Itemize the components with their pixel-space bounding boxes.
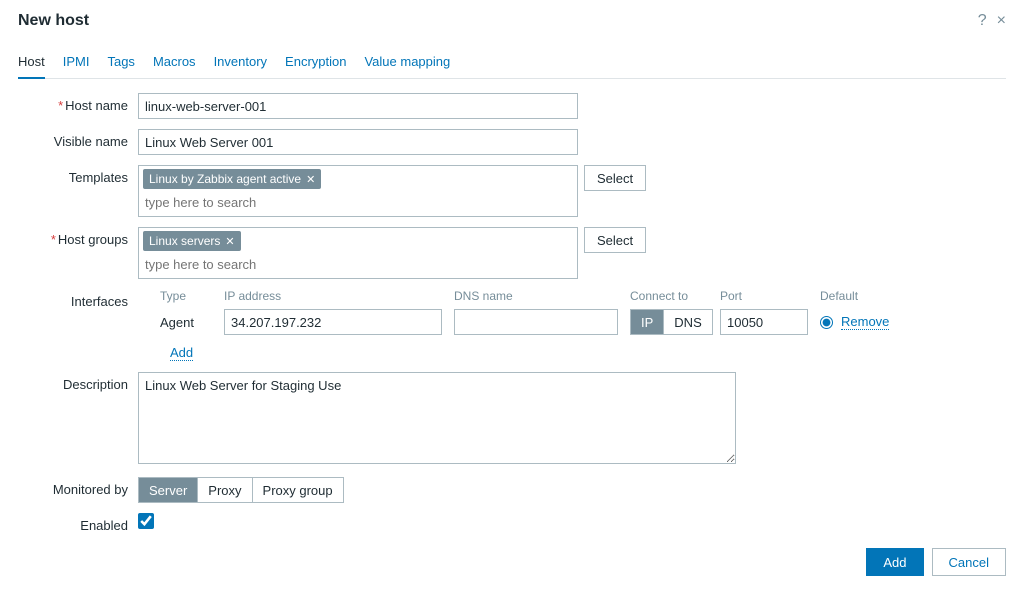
visible-name-input[interactable]	[138, 129, 578, 155]
description-textarea[interactable]	[138, 372, 736, 464]
dialog-title: New host	[18, 12, 89, 30]
monitored-by-proxy-group[interactable]: Proxy group	[252, 478, 343, 502]
visible-name-label: Visible name	[18, 129, 138, 149]
tab-ipmi[interactable]: IPMI	[63, 48, 90, 78]
iface-col-dns: DNS name	[454, 289, 622, 303]
tab-tags[interactable]: Tags	[107, 48, 134, 78]
iface-col-connect: Connect to	[630, 289, 712, 303]
tab-host[interactable]: Host	[18, 48, 45, 79]
tabs: Host IPMI Tags Macros Inventory Encrypti…	[18, 48, 1006, 79]
add-button[interactable]: Add	[866, 548, 923, 576]
close-icon[interactable]: ×	[997, 12, 1006, 30]
iface-connect-dns[interactable]: DNS	[663, 310, 711, 334]
host-groups-multiselect[interactable]: Linux servers ✕	[138, 227, 578, 279]
tab-macros[interactable]: Macros	[153, 48, 196, 78]
iface-ip-input[interactable]	[224, 309, 442, 335]
monitored-by-server[interactable]: Server	[139, 478, 197, 502]
tab-value-mapping[interactable]: Value mapping	[364, 48, 450, 78]
iface-connect-to: IP DNS	[630, 309, 713, 335]
host-group-tag[interactable]: Linux servers ✕	[143, 231, 241, 251]
iface-col-type: Type	[160, 289, 216, 303]
enabled-checkbox[interactable]	[138, 513, 154, 529]
monitored-by-label: Monitored by	[18, 477, 138, 497]
iface-type: Agent	[160, 315, 216, 330]
host-groups-search-input[interactable]	[143, 254, 573, 275]
remove-template-icon[interactable]: ✕	[306, 173, 315, 186]
remove-host-group-icon[interactable]: ✕	[225, 235, 234, 248]
help-icon[interactable]: ?	[978, 12, 987, 30]
host-groups-select-button[interactable]: Select	[584, 227, 646, 253]
templates-search-input[interactable]	[143, 192, 573, 213]
tab-encryption[interactable]: Encryption	[285, 48, 346, 78]
add-interface-link[interactable]: Add	[170, 345, 193, 361]
template-tag[interactable]: Linux by Zabbix agent active ✕	[143, 169, 321, 189]
templates-select-button[interactable]: Select	[584, 165, 646, 191]
iface-connect-ip[interactable]: IP	[631, 310, 663, 334]
description-label: Description	[18, 372, 138, 392]
host-name-label: *Host name	[18, 93, 138, 113]
enabled-label: Enabled	[18, 513, 138, 533]
iface-remove-link[interactable]: Remove	[841, 314, 889, 330]
monitored-by-segmented: Server Proxy Proxy group	[138, 477, 344, 503]
iface-dns-input[interactable]	[454, 309, 618, 335]
interfaces-label: Interfaces	[18, 289, 138, 309]
iface-port-input[interactable]	[720, 309, 808, 335]
iface-col-ip: IP address	[224, 289, 446, 303]
iface-col-port: Port	[720, 289, 812, 303]
iface-col-default: Default	[820, 289, 888, 303]
iface-default-radio[interactable]	[820, 316, 833, 329]
cancel-button[interactable]: Cancel	[932, 548, 1006, 576]
templates-multiselect[interactable]: Linux by Zabbix agent active ✕	[138, 165, 578, 217]
templates-label: Templates	[18, 165, 138, 185]
monitored-by-proxy[interactable]: Proxy	[197, 478, 251, 502]
host-name-input[interactable]	[138, 93, 578, 119]
host-groups-label: *Host groups	[18, 227, 138, 247]
tab-inventory[interactable]: Inventory	[214, 48, 267, 78]
